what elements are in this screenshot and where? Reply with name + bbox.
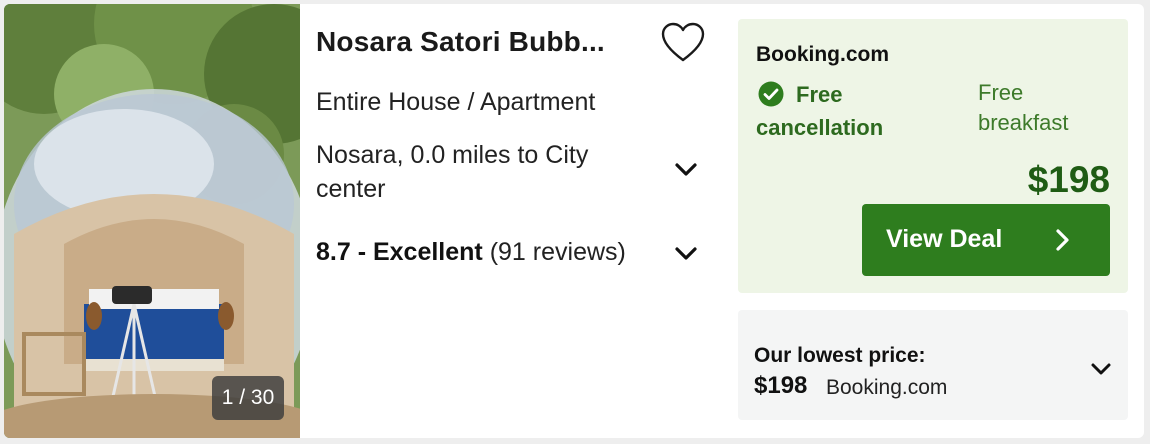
lowest-price-panel[interactable]: Our lowest price: $198 Booking.com [738, 310, 1128, 420]
lowest-price-label: Our lowest price: [754, 344, 926, 367]
rating-line: 8.7 - Excellent (91 reviews) [316, 238, 626, 267]
free-breakfast-label: Free breakfast [978, 80, 1069, 135]
heart-outline-icon[interactable] [660, 22, 706, 64]
chevron-down-icon[interactable] [671, 154, 701, 184]
rating-score: 8.7 - Excellent [316, 238, 483, 266]
hotel-title[interactable]: Nosara Satori Bubb... [316, 26, 646, 58]
chevron-right-icon [1056, 229, 1069, 251]
deal-provider: Booking.com [756, 43, 890, 66]
chevron-down-icon[interactable] [1088, 356, 1114, 382]
check-circle-icon [758, 81, 784, 107]
listing-info: Nosara Satori Bubb... Entire House / Apa… [316, 4, 716, 438]
hotel-photo[interactable]: 1 / 30 [4, 4, 300, 438]
photo-counter: 1 / 30 [212, 376, 284, 420]
lowest-price-value: $198 [754, 372, 808, 399]
chevron-down-icon[interactable] [671, 238, 701, 268]
bubble-dome-photo [4, 4, 300, 438]
review-count: (91 reviews) [489, 238, 626, 266]
property-type: Entire House / Apartment [316, 88, 596, 116]
deal-price: $198 [1027, 159, 1110, 200]
view-deal-button[interactable]: View Deal [862, 204, 1110, 276]
view-deal-label: View Deal [886, 225, 1003, 253]
lowest-price-provider: Booking.com [826, 376, 948, 399]
deal-panel: Booking.com Free cancellation Free break… [738, 19, 1128, 293]
hotel-result-card: 1 / 30 Nosara Satori Bubb... Entire Hous… [4, 4, 1144, 438]
location-text: Nosara, 0.0 miles to City center [316, 141, 589, 203]
